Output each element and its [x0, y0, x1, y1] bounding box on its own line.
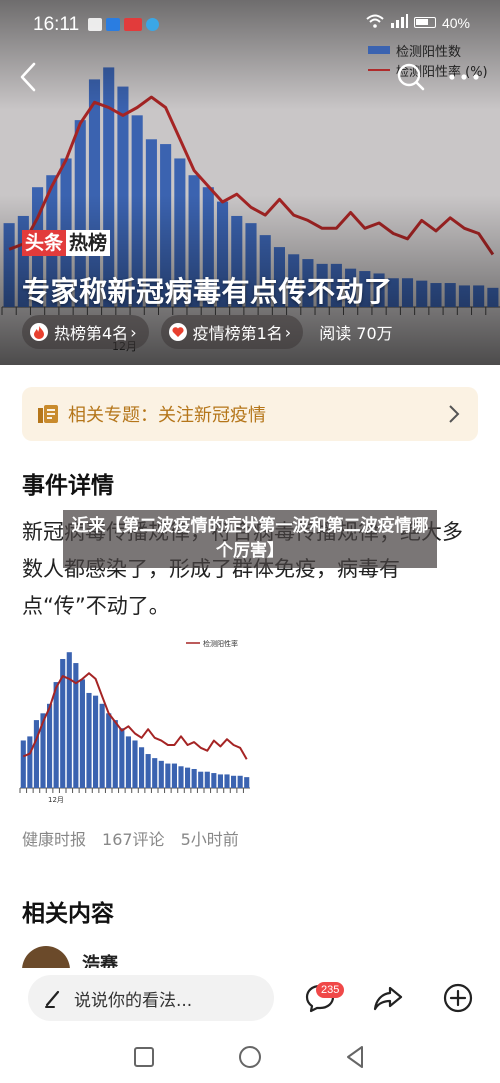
- mini-month-label: 12月: [48, 796, 64, 804]
- chart-bar: [93, 695, 99, 788]
- status-time: 16:11: [33, 14, 80, 35]
- related-content-title: 相关内容: [22, 901, 114, 927]
- chart-bar: [53, 682, 59, 788]
- chart-bar: [132, 740, 138, 788]
- app2-notification-icon: [146, 18, 159, 31]
- hot-rank-chip[interactable]: 热榜第4名 ›: [22, 315, 149, 349]
- chart-bar: [27, 736, 33, 788]
- chart-bar: [178, 766, 184, 788]
- brand-logo-part2: 热榜: [66, 230, 111, 256]
- hero-chips: 热榜第4名 › 疫情榜第1名 › 阅读 70万: [22, 315, 393, 349]
- chart-bar: [158, 760, 164, 788]
- topic-label: 相关专题：关注新冠疫情: [68, 405, 266, 426]
- home-icon[interactable]: [237, 1044, 263, 1070]
- source-name[interactable]: 健康时报: [22, 826, 86, 850]
- back-nav-icon[interactable]: [343, 1044, 369, 1070]
- chart-bar: [112, 720, 118, 788]
- battery-icon: [413, 17, 436, 28]
- chart-bar: [231, 775, 237, 788]
- topic-list-icon: [38, 405, 58, 423]
- chart-bar: [33, 720, 39, 788]
- event-details-title: 事件详情: [22, 473, 114, 499]
- article-meta: 健康时报 167评论 5小时前: [22, 826, 239, 850]
- overlay-caption-banner: 近来【第二波疫情的症状第一波和第二波疫情哪个厉害】: [63, 510, 437, 568]
- read-count: 阅读 70万: [319, 324, 393, 343]
- chart-bar: [237, 775, 243, 788]
- related-topic-banner[interactable]: 相关专题：关注新冠疫情: [22, 387, 478, 441]
- chevron-right-icon: ›: [130, 322, 137, 342]
- hero-title: 专家称新冠病毒有点传不动了: [22, 275, 393, 308]
- comment-toolbar: 说说你的看法... 235: [0, 968, 500, 1030]
- chart-bar: [79, 679, 85, 788]
- chart-bar: [86, 692, 92, 788]
- chart-bar: [217, 774, 223, 788]
- chart-bar: [47, 703, 53, 788]
- chart-bar: [139, 747, 145, 788]
- comment-count-badge: 235: [316, 982, 345, 998]
- status-bar: 16:11 40%: [0, 0, 500, 48]
- epidemic-rank-chip[interactable]: 疫情榜第1名 ›: [160, 315, 304, 349]
- heart-shield-icon: [168, 323, 187, 341]
- comment-placeholder: 说说你的看法...: [74, 990, 193, 1011]
- chart-bar: [145, 754, 151, 788]
- chart-bar: [66, 652, 72, 788]
- mini-legend-label: 检测阳性率: [203, 639, 238, 648]
- chart-bar: [191, 768, 197, 788]
- system-navigation-bar: [0, 1030, 500, 1083]
- chart-bar: [165, 763, 171, 788]
- more-options-icon[interactable]: [446, 64, 482, 90]
- search-icon[interactable]: [396, 62, 426, 92]
- article-chart[interactable]: 检测阳性率 12月: [18, 634, 254, 804]
- chart-bar: [125, 736, 131, 788]
- publish-time: 5小时前: [180, 830, 239, 849]
- chart-bar: [152, 758, 158, 788]
- recent-apps-icon[interactable]: [131, 1044, 157, 1070]
- legend-line-swatch: [368, 69, 390, 71]
- flame-icon: [30, 323, 48, 341]
- app-notification-icon: [106, 18, 120, 31]
- toutiao-notification-icon: [124, 18, 142, 31]
- epidemic-rank-label: 疫情榜第1名: [192, 324, 283, 343]
- chart-bar: [171, 763, 177, 788]
- chevron-right-icon: ›: [284, 322, 292, 342]
- add-icon[interactable]: [442, 982, 474, 1014]
- chart-bar: [185, 767, 191, 788]
- hero-image[interactable]: 12月 检测阳性数 检测阳性率 (%) 16:11 40%: [0, 0, 500, 365]
- battery-level: 40%: [441, 14, 470, 31]
- chart-bar: [106, 713, 112, 788]
- chevron-right-icon: [449, 405, 460, 423]
- hot-rank-label: 热榜第4名: [54, 324, 129, 343]
- status-indicators: 40%: [366, 14, 470, 31]
- wifi-icon: [366, 14, 384, 31]
- toutiao-hot-logo: 头条 热榜: [22, 230, 111, 256]
- chart-bar: [211, 773, 217, 788]
- chart-bar: [119, 728, 125, 788]
- chart-bar: [198, 771, 204, 788]
- comment-input[interactable]: 说说你的看法...: [28, 975, 274, 1021]
- back-arrow-icon[interactable]: [14, 60, 44, 94]
- comment-count[interactable]: 167评论: [102, 826, 165, 850]
- chart-bar: [20, 740, 26, 788]
- pen-icon: [45, 990, 60, 1008]
- chart-bar: [244, 777, 250, 788]
- chart-bar: [99, 703, 105, 788]
- heart-notification-icon: [88, 18, 102, 31]
- chart-bar: [224, 774, 230, 788]
- share-icon[interactable]: [372, 982, 404, 1014]
- brand-logo-part1: 头条: [22, 230, 67, 256]
- signal-icon: [390, 14, 408, 31]
- chart-bar: [204, 771, 210, 788]
